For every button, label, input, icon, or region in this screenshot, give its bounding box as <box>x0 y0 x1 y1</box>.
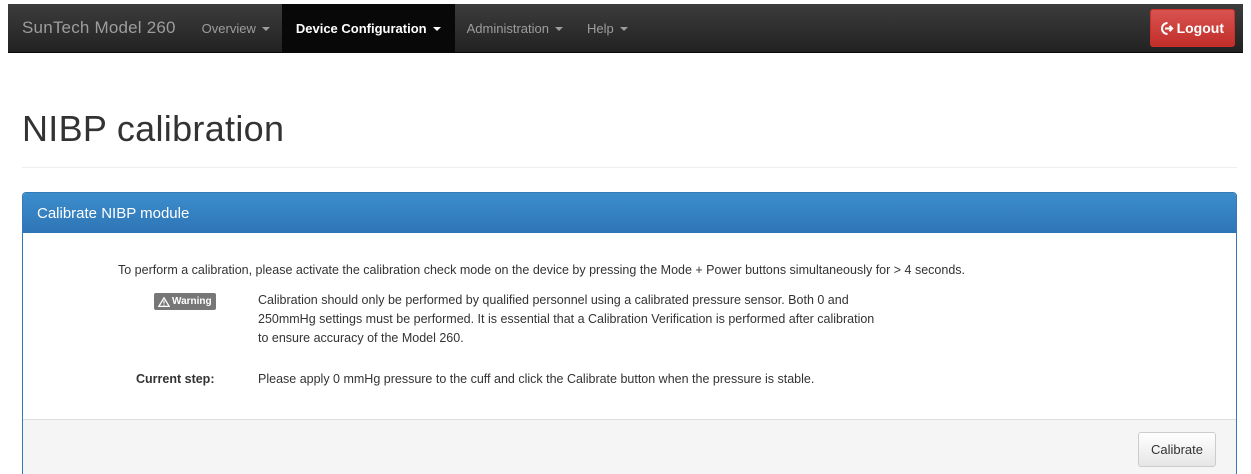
nav-overview[interactable]: Overview <box>190 4 282 52</box>
chevron-down-icon <box>619 27 628 31</box>
current-step-label: Current step: <box>136 372 215 386</box>
warning-line: to ensure accuracy of the Model 260. <box>258 331 464 345</box>
warning-badge: Warning <box>154 293 216 310</box>
warning-line: 250mmHg settings must be performed. It i… <box>258 312 875 326</box>
brand[interactable]: SunTech Model 260 <box>8 4 190 52</box>
panel-heading: Calibrate NIBP module <box>23 193 1236 233</box>
nav-device-configuration[interactable]: Device Configuration <box>281 4 455 52</box>
nav-administration[interactable]: Administration <box>455 4 575 52</box>
nav-administration-label: Administration <box>466 20 549 36</box>
chevron-down-icon <box>432 27 441 31</box>
page-title: NIBP calibration <box>22 108 285 149</box>
logout-button[interactable]: Logout <box>1149 9 1235 47</box>
calibrate-button[interactable]: Calibrate <box>1137 432 1216 467</box>
nav-overview-label: Overview <box>201 20 256 36</box>
chevron-down-icon <box>261 27 270 31</box>
panel-body: To perform a calibration, please activat… <box>23 233 1236 419</box>
nav-device-configuration-label: Device Configuration <box>295 20 427 36</box>
warning-triangle-icon <box>158 296 170 307</box>
nav-help[interactable]: Help <box>575 4 640 52</box>
title-divider <box>22 167 1237 168</box>
current-step-text: Please apply 0 mmHg pressure to the cuff… <box>258 372 815 386</box>
warning-text: Calibration should only be performed by … <box>258 291 874 348</box>
chevron-down-icon <box>554 27 563 31</box>
intro-text: To perform a calibration, please activat… <box>118 263 965 277</box>
warning-line: Calibration should only be performed by … <box>258 293 849 307</box>
top-navbar: SunTech Model 260 Overview Device Config… <box>8 4 1243 53</box>
warning-badge-label: Warning <box>172 296 212 307</box>
calibrate-panel: Calibrate NIBP module To perform a calib… <box>22 192 1237 474</box>
panel-footer: Calibrate <box>23 419 1236 474</box>
logout-icon <box>1160 21 1174 35</box>
nav-help-label: Help <box>586 20 614 36</box>
logout-label: Logout <box>1176 20 1224 36</box>
